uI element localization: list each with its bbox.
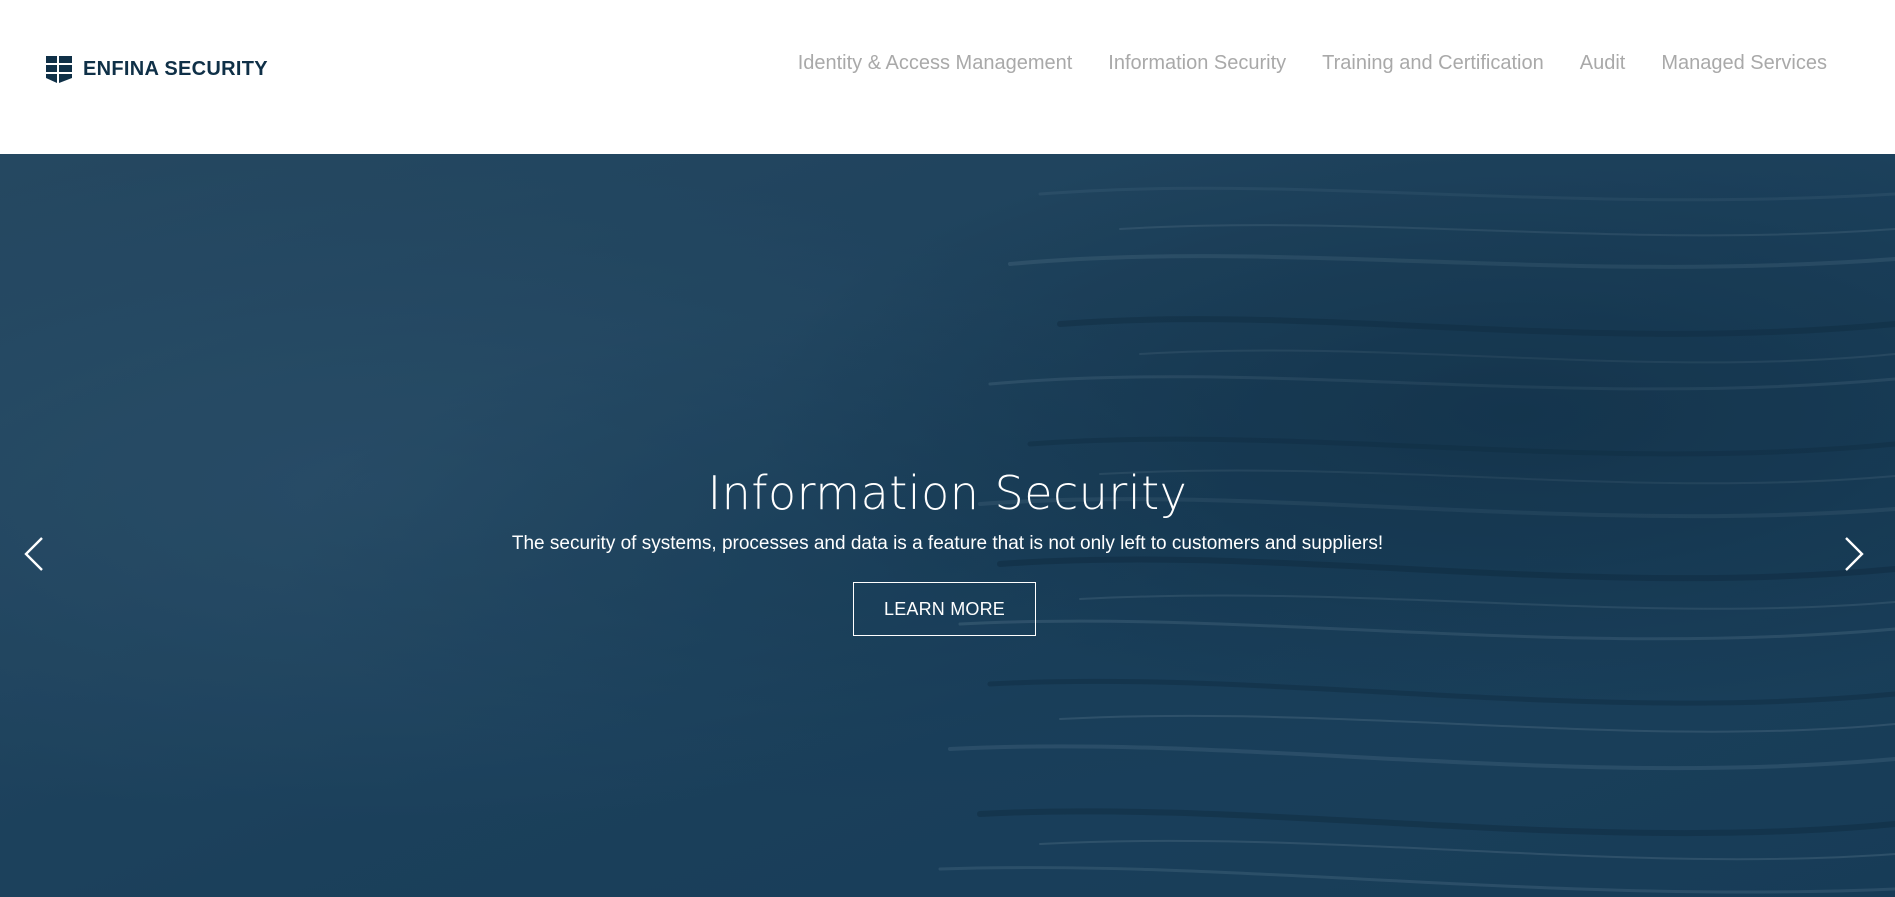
- nav-item: Identity & Access Management: [798, 52, 1073, 75]
- hero-slide: Information Security The security of sys…: [0, 154, 1895, 897]
- hero-slider: Information Security The security of sys…: [0, 154, 1895, 897]
- chevron-right-icon: [1845, 537, 1864, 571]
- hero-title: Information Security: [707, 466, 1188, 520]
- main-nav-list: Identity & Access Management Information…: [798, 52, 1827, 75]
- nav-item: Information Security: [1108, 52, 1286, 75]
- slider-next-button[interactable]: [1837, 530, 1871, 578]
- nav-item: Managed Services: [1661, 52, 1827, 75]
- nav-link-training-certification[interactable]: Training and Certification: [1322, 52, 1544, 74]
- nav-link-audit[interactable]: Audit: [1580, 52, 1626, 74]
- nav-item: Training and Certification: [1322, 52, 1544, 75]
- slider-prev-button[interactable]: [17, 530, 51, 578]
- nav-link-managed-services[interactable]: Managed Services: [1661, 52, 1827, 74]
- chevron-left-icon: [24, 537, 43, 571]
- nav-link-identity-access-management[interactable]: Identity & Access Management: [798, 52, 1073, 74]
- hero-subtitle: The security of systems, processes and d…: [511, 533, 1384, 554]
- brand-logo[interactable]: ENFINA SECURITY: [46, 55, 268, 83]
- site-header: ENFINA SECURITY Identity & Access Manage…: [0, 0, 1895, 154]
- enfina-logo-icon: [46, 55, 72, 83]
- learn-more-button[interactable]: LEARN MORE: [853, 582, 1036, 636]
- nav-link-information-security[interactable]: Information Security: [1108, 52, 1286, 74]
- brand-name: ENFINA SECURITY: [83, 57, 268, 80]
- nav-item: Audit: [1580, 52, 1626, 75]
